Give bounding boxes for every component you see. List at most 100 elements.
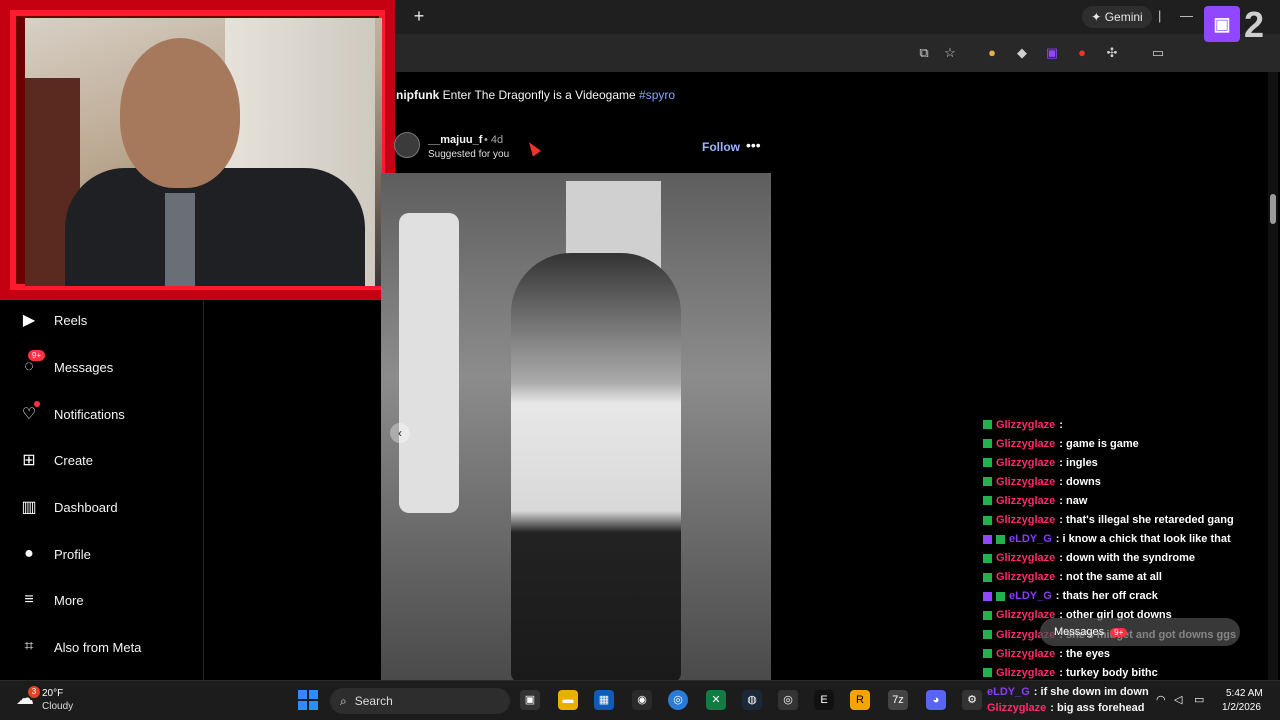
chat-badge-icon: [983, 477, 992, 487]
start-button[interactable]: [298, 690, 318, 710]
toast-badge: 9+: [1110, 627, 1128, 637]
extension-chrome-icon[interactable]: ●: [984, 45, 1000, 61]
extension-twitch-icon[interactable]: ▣: [1044, 45, 1060, 61]
toast-label: Messages: [1054, 626, 1105, 638]
caption-hashtag[interactable]: #spyro: [639, 88, 675, 102]
chat-message: : down with the syndrome: [1059, 552, 1195, 565]
carousel-prev-icon[interactable]: ‹: [390, 423, 410, 443]
sidebar-item-dashboard[interactable]: ▥ Dashboard: [18, 493, 117, 521]
chat-line: eLDY_G: thats her off crack: [983, 587, 1273, 606]
chat-badge-icon: [983, 610, 992, 620]
discord-icon[interactable]: ◕: [926, 690, 946, 710]
chat-line: eLDY_G: if she down im down: [983, 684, 1223, 700]
chat-badge-icon: [983, 534, 992, 544]
chat-user: Glizzyglaze: [996, 475, 1056, 488]
extension-diamond-icon[interactable]: ◆: [1014, 45, 1030, 61]
sidebar-item-messages[interactable]: ◌ 9+ Messages: [18, 350, 114, 381]
xbox-icon[interactable]: ✕: [706, 690, 726, 710]
webcam-video: [25, 18, 382, 286]
chat-badge-icon: [983, 572, 992, 582]
chat-line: Glizzyglaze: not the same at all: [983, 568, 1273, 587]
caption-text: Enter The Dragonfly is a Videogame: [442, 88, 636, 102]
extensions-puzzle-icon[interactable]: ✣: [1104, 45, 1120, 61]
chat-badge-icon: [983, 591, 992, 601]
post-image[interactable]: [381, 173, 771, 680]
clock-date[interactable]: 1/2/2026: [1222, 702, 1261, 713]
chat-user: Glizzyglaze: [987, 702, 1047, 714]
messages-toast[interactable]: Messages 9+: [1040, 618, 1240, 646]
app-7z-icon[interactable]: 7z: [888, 690, 908, 710]
minimize-icon[interactable]: —: [1180, 8, 1193, 23]
chat-badge-icon: [983, 458, 992, 468]
store-icon[interactable]: ▦: [594, 690, 614, 710]
chat-badge-icon: [996, 591, 1005, 601]
chat-message: : that's illegal she retareded gang: [1059, 514, 1234, 527]
sidebar-item-also-from-meta[interactable]: ⌗ Also from Meta: [18, 633, 141, 661]
chat-line: Glizzyglaze: naw: [983, 491, 1273, 510]
reels-icon: ▶: [22, 312, 36, 329]
sidebar-item-profile[interactable]: ● Profile: [18, 540, 91, 568]
settings-gear-icon[interactable]: ⚙: [962, 690, 982, 710]
chat-message: : i know a chick that look like that: [1055, 533, 1231, 546]
follow-button[interactable]: Follow: [702, 140, 740, 154]
task-view-icon[interactable]: ▣: [520, 690, 540, 710]
chat-badge-icon: [983, 630, 992, 640]
chat-user: Glizzyglaze: [996, 571, 1056, 584]
scrollbar-thumb[interactable]: [1270, 194, 1276, 224]
chat-message: : thats her off crack: [1055, 590, 1158, 603]
clock-time[interactable]: 5:42 AM: [1226, 688, 1263, 699]
volume-icon[interactable]: ◁: [1174, 693, 1182, 706]
chat-line: Glizzyglaze: big ass forehead: [983, 700, 1223, 716]
wifi-icon[interactable]: ◠: [1156, 693, 1166, 706]
sidebar-item-label: Notifications: [54, 406, 125, 422]
weather-condition[interactable]: Cloudy: [42, 701, 73, 712]
chrome-icon[interactable]: ◎: [668, 690, 688, 710]
chat-badge-icon: [983, 496, 992, 506]
caption-username[interactable]: nipfunk: [396, 88, 439, 102]
app-icon[interactable]: ◎: [778, 690, 798, 710]
chart-icon: ▥: [21, 499, 37, 516]
taskbar-search[interactable]: ⌕ Search: [330, 688, 510, 714]
more-options-icon[interactable]: •••: [746, 137, 761, 153]
new-tab-button[interactable]: +: [410, 6, 428, 26]
tab-search-icon[interactable]: ▭: [1150, 45, 1166, 61]
battery-icon[interactable]: ▭: [1194, 693, 1204, 706]
chat-line: Glizzyglaze: down with the syndrome: [983, 549, 1273, 568]
divider: |: [1158, 8, 1162, 23]
install-app-icon[interactable]: ⧉: [916, 45, 932, 61]
suggested-label: Suggested for you: [428, 149, 510, 160]
file-explorer-icon[interactable]: ▬: [558, 690, 578, 710]
chat-user: eLDY_G: [1009, 590, 1052, 603]
steam-icon[interactable]: ◍: [742, 690, 762, 710]
rockstar-icon[interactable]: R: [850, 690, 870, 710]
chat-user: Glizzyglaze: [996, 647, 1056, 660]
epic-games-icon[interactable]: E: [814, 690, 834, 710]
extension-red-icon[interactable]: ●: [1074, 45, 1090, 61]
sidebar-item-label: Create: [54, 452, 94, 468]
chat-line: Glizzyglaze: ingles: [983, 453, 1273, 472]
gemini-button[interactable]: ✦ Gemini: [1082, 6, 1152, 28]
avatar-icon: ●: [24, 545, 34, 562]
sidebar-item-reels[interactable]: ▶ Reels: [18, 306, 87, 334]
chat-message: : big ass forehead: [1050, 702, 1145, 714]
sidebar-item-label: Profile: [54, 546, 91, 562]
star-icon[interactable]: ☆: [942, 45, 958, 61]
sidebar-item-label: Messages: [54, 359, 114, 375]
obs-icon[interactable]: ◉: [632, 690, 652, 710]
chat-message: : if she down im down: [1033, 686, 1149, 698]
chat-user: Glizzyglaze: [996, 666, 1056, 679]
post-timestamp: • 4d: [484, 134, 504, 146]
browser-toolbar: [380, 34, 1280, 72]
post-username[interactable]: __majuu_f: [428, 134, 482, 146]
sidebar-item-create[interactable]: ⊞ Create: [18, 446, 93, 474]
sidebar-item-more[interactable]: ≡ More: [18, 586, 83, 614]
weather-temperature[interactable]: 20°F: [42, 688, 63, 699]
meta-grid-icon: ⌗: [24, 638, 34, 655]
chat-badge-icon: [983, 668, 992, 678]
chat-line: Glizzyglaze:: [983, 415, 1273, 434]
chat-message: : turkey body bithc: [1059, 666, 1158, 679]
post-avatar[interactable]: [394, 132, 420, 158]
sidebar-item-notifications[interactable]: ♡ Notifications: [18, 400, 125, 428]
twitch-overlay-number: 2: [1244, 4, 1265, 45]
post-caption: nipfunk Enter The Dragonfly is a Videoga…: [396, 88, 675, 102]
